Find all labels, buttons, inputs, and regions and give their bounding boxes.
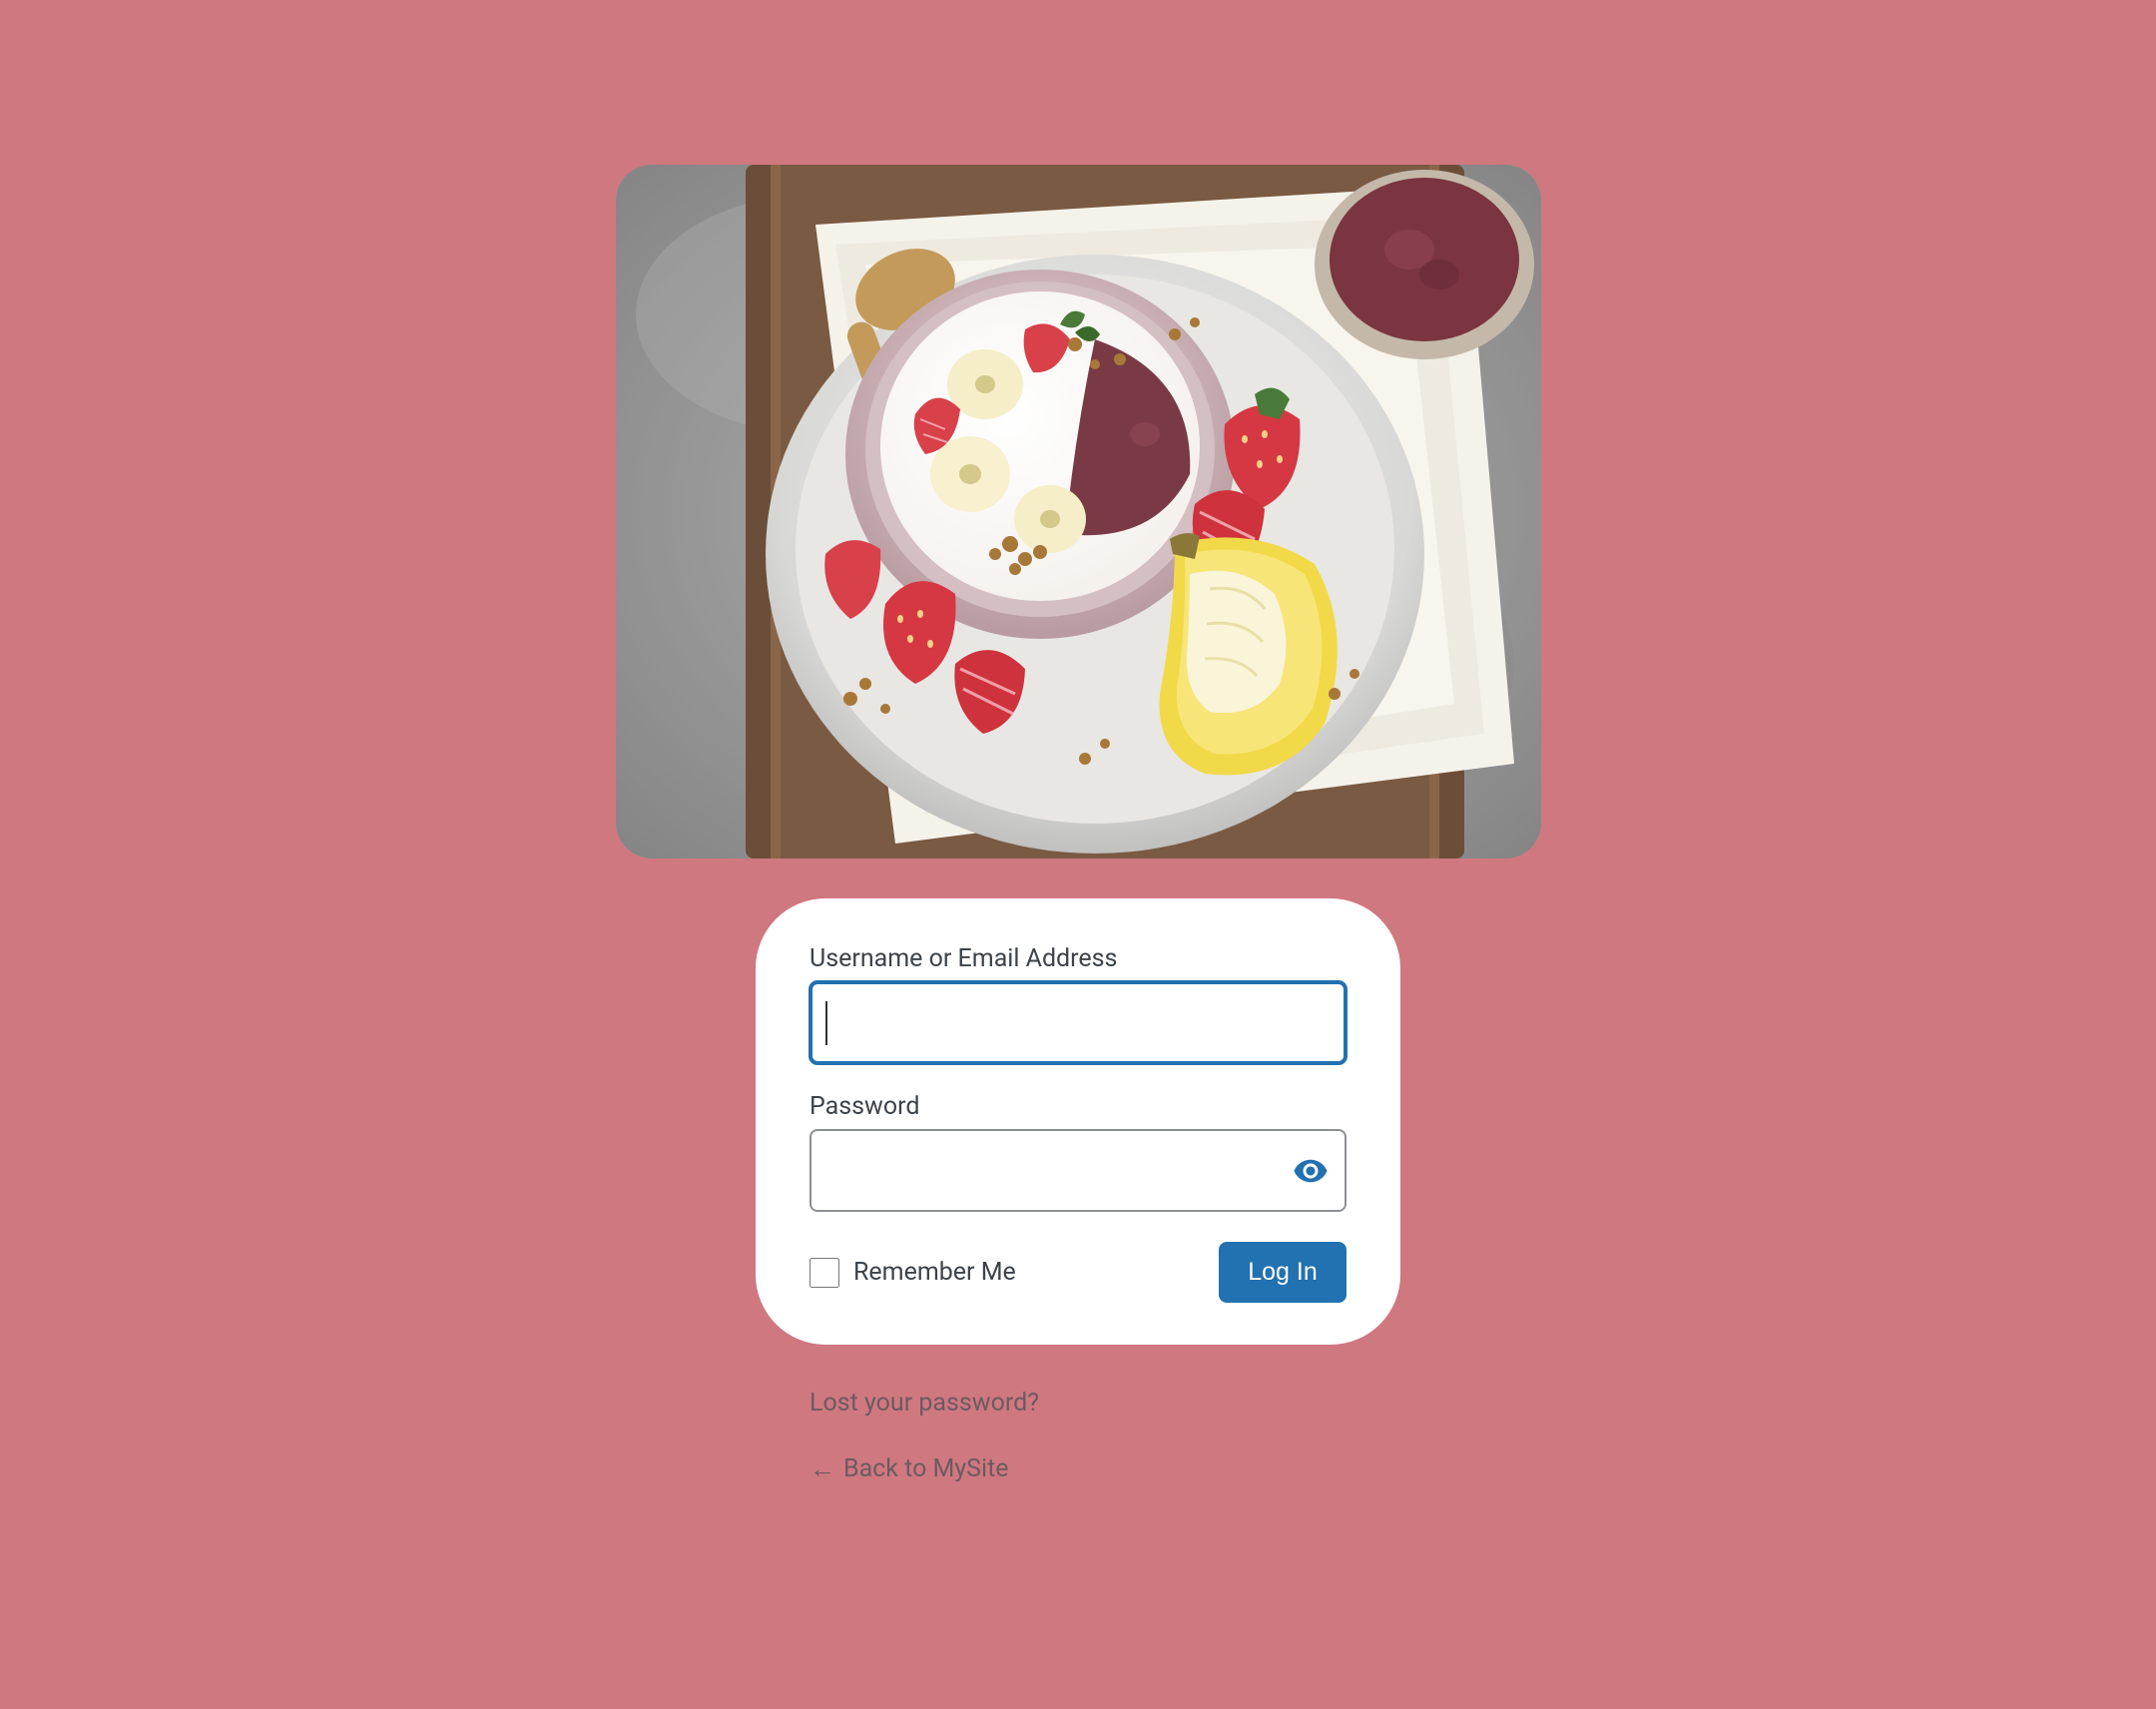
login-form-card: Username or Email Address Password Remem… [756, 898, 1400, 1345]
remember-me-label[interactable]: Remember Me [853, 1258, 1016, 1287]
toggle-password-visibility-button[interactable] [1287, 1147, 1335, 1195]
back-to-site-label: Back to MySite [843, 1454, 1009, 1483]
login-logo-image[interactable] [616, 165, 1541, 858]
eye-icon [1293, 1153, 1329, 1189]
login-links: Lost your password? ← Back to MySite [756, 1389, 1400, 1520]
login-submit-button[interactable]: Log In [1219, 1242, 1347, 1303]
username-input[interactable] [809, 981, 1347, 1064]
back-to-site-link[interactable]: ← Back to MySite [809, 1453, 1400, 1484]
password-label: Password [809, 1092, 1347, 1121]
text-cursor [825, 1001, 827, 1045]
remember-me-checkbox[interactable] [809, 1258, 839, 1288]
arrow-left-icon: ← [809, 1453, 835, 1484]
password-input[interactable] [809, 1129, 1347, 1212]
username-label: Username or Email Address [809, 944, 1347, 973]
lost-password-link[interactable]: Lost your password? [809, 1389, 1400, 1418]
